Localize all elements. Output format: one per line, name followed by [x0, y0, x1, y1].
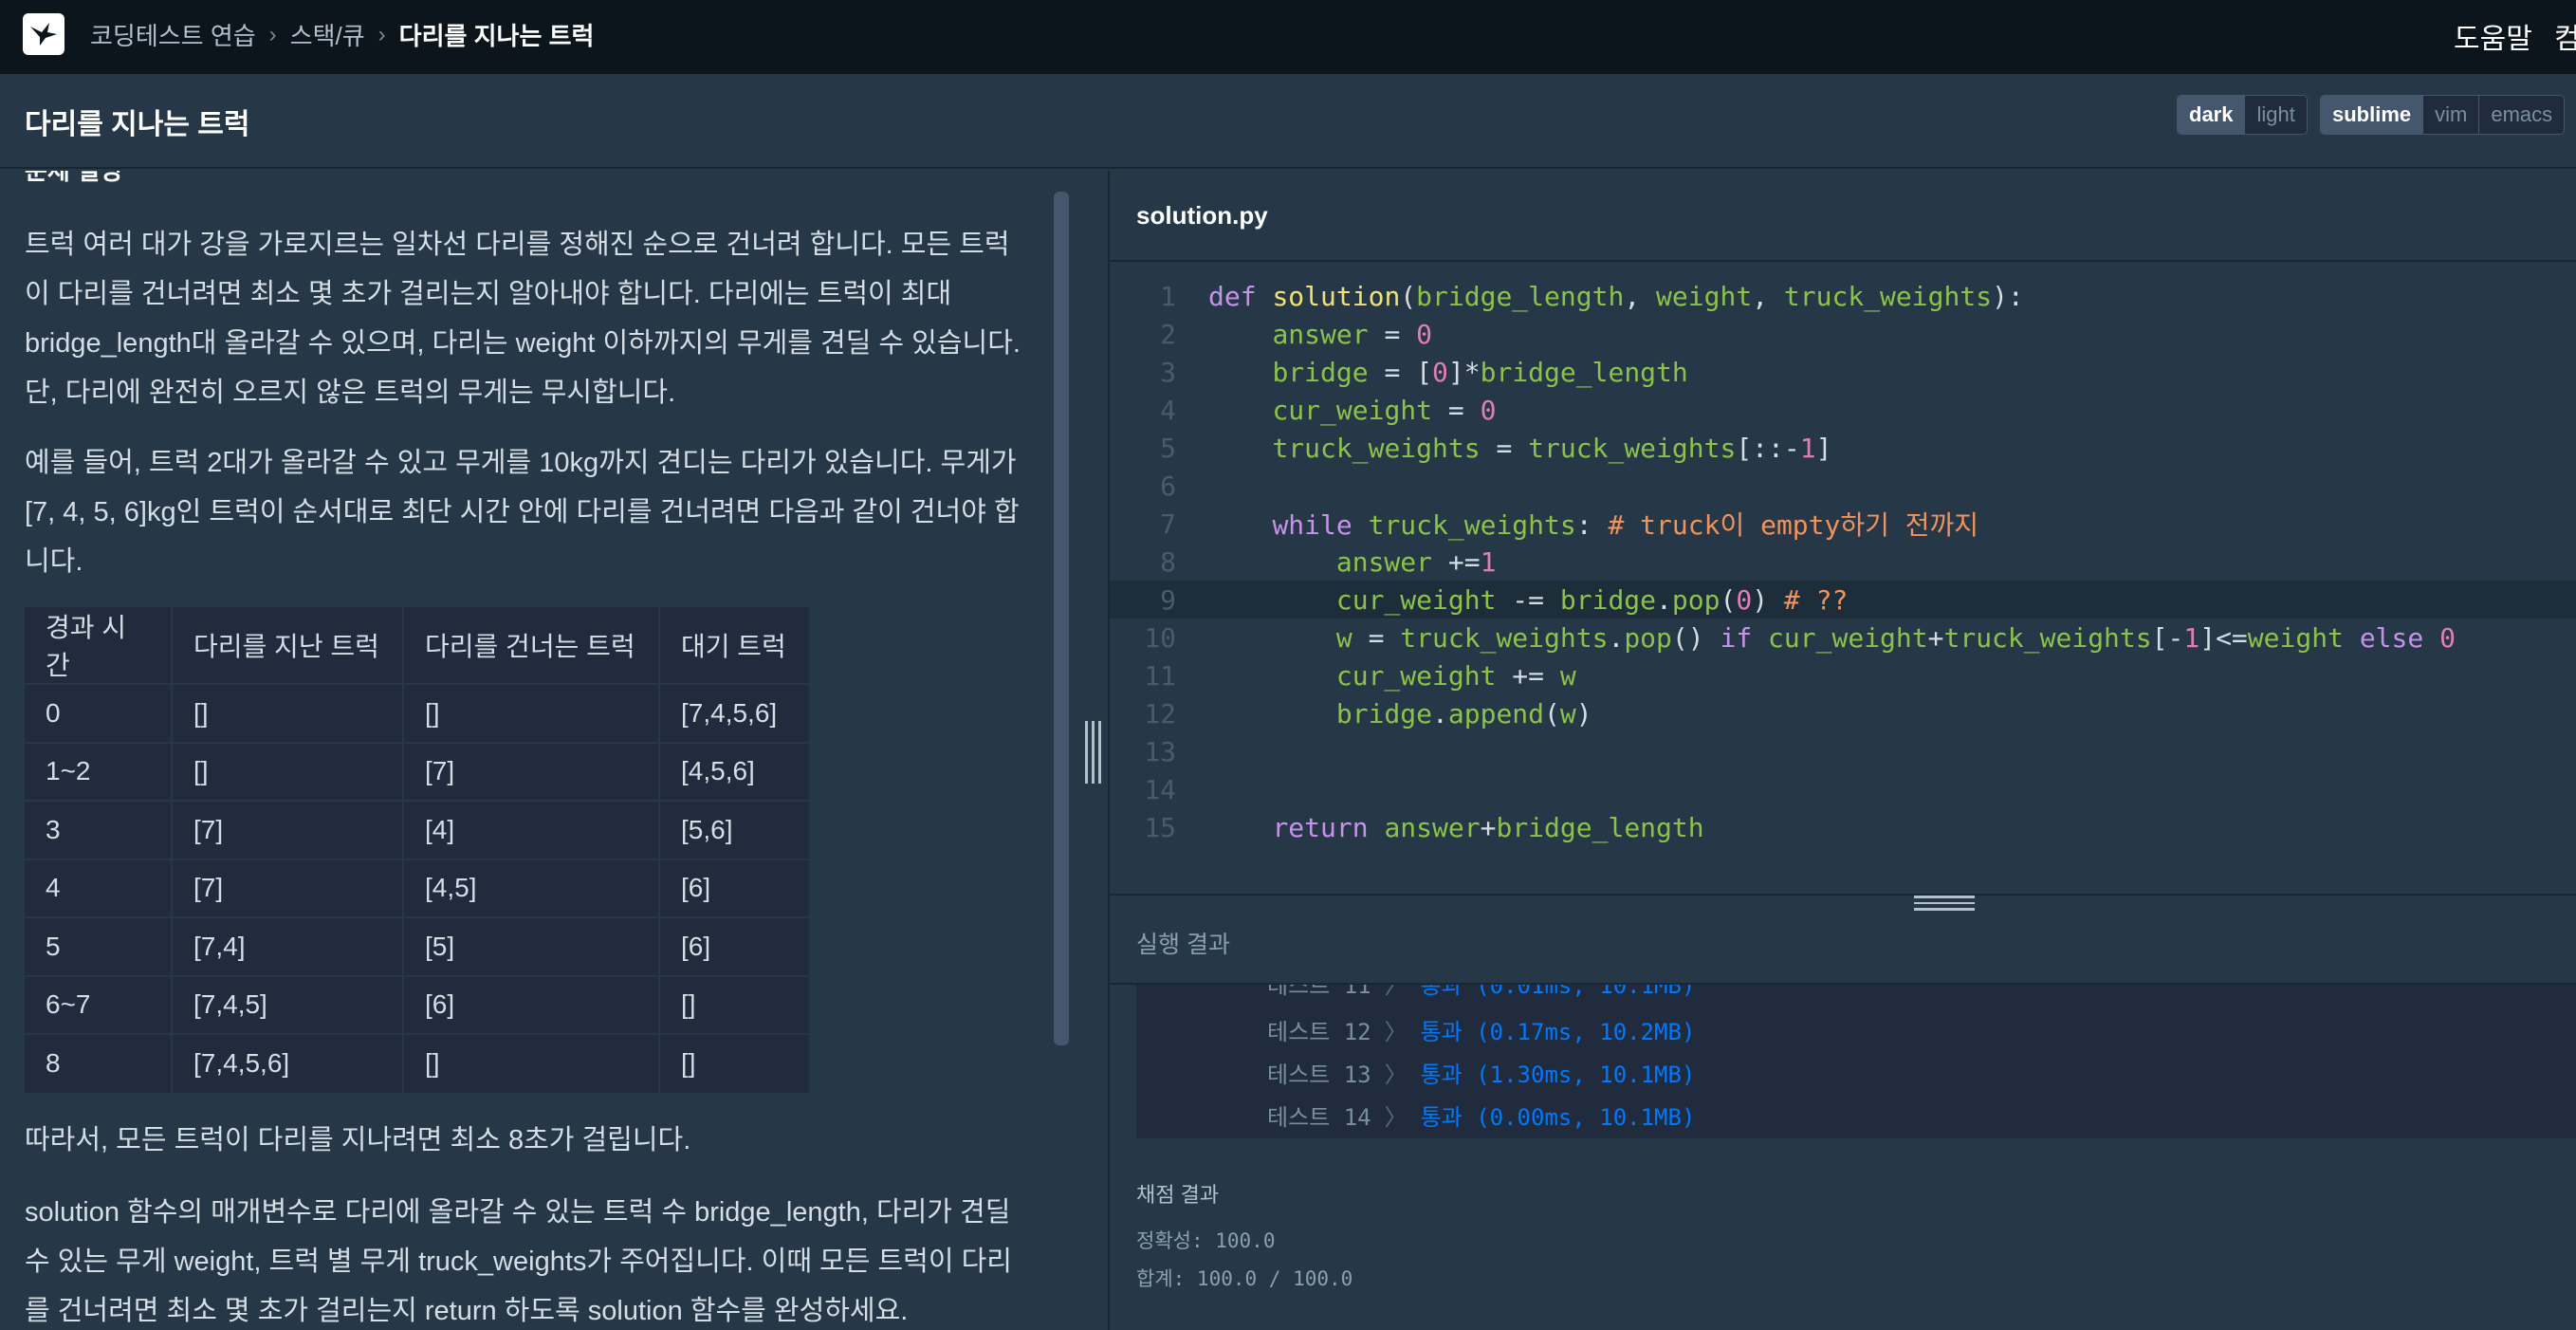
code-line[interactable]: 3 bridge = [0]*bridge_length	[1110, 353, 2576, 391]
logo-icon[interactable]	[23, 13, 64, 55]
code-line[interactable]: 15 return answer+bridge_length	[1110, 808, 2576, 846]
table-cell: [7]	[171, 858, 403, 917]
table-cell: [5,6]	[658, 800, 809, 859]
table-cell: [6]	[402, 974, 659, 1034]
test-results-list[interactable]: 테스트 11 〉 통과 (0.01ms, 10.1MB) 테스트 12 〉 통과 (0.…	[1136, 985, 2576, 1138]
keymap-sublime-button[interactable]: sublime	[2321, 96, 2423, 134]
keymap-emacs-button[interactable]: emacs	[2478, 96, 2565, 134]
resize-handle-icon[interactable]	[1914, 896, 1975, 912]
breadcrumb-item[interactable]: 코딩테스트 연습	[90, 17, 256, 52]
table-row: 1~2 [] [7] [4,5,6]	[23, 741, 809, 801]
challenge-title-bar: 다리를 지나는 트럭 dark light sublime vim emacs	[0, 74, 2576, 169]
code-line[interactable]: 13	[1110, 732, 2576, 770]
table-cell: []	[658, 1033, 809, 1093]
chevron-right-icon: ›	[268, 21, 277, 47]
total-score: 합계: 100.0 / 100.0	[1136, 1267, 1353, 1290]
table-cell: 0	[23, 683, 172, 743]
table-row: 5 [7,4] [5] [6]	[23, 916, 809, 976]
code-line[interactable]: 2 answer = 0	[1110, 315, 2576, 353]
table-cell: 5	[23, 916, 172, 976]
table-header: 대기 트럭	[658, 607, 809, 684]
section-title: 문제 설명	[25, 171, 122, 185]
resize-handle-icon[interactable]	[1083, 721, 1102, 784]
breadcrumb: 코딩테스트 연습 › 스택/큐 › 다리를 지나는 트럭	[90, 17, 594, 52]
table-cell: []	[658, 974, 809, 1034]
test-result-row: 테스트 11 〉 통과 (0.01ms, 10.1MB)	[1267, 985, 1696, 999]
table-row: 4 [7] [4,5] [6]	[23, 858, 809, 917]
table-cell: [7,4,5,6]	[658, 683, 809, 743]
problem-paragraph: 따라서, 모든 트럭이 다리를 지나려면 최소 8초가 걸립니다.	[25, 1125, 691, 1155]
table-cell: [4,5,6]	[658, 741, 809, 801]
scrollbar[interactable]	[1054, 192, 1069, 1045]
theme-dark-button[interactable]: dark	[2178, 96, 2245, 134]
code-line[interactable]: 1 def solution(bridge_length, weight, tru…	[1110, 277, 2576, 315]
table-cell: []	[402, 683, 659, 743]
table-cell: 3	[23, 800, 172, 859]
table-cell: 4	[23, 858, 172, 917]
result-title: 실행 결과	[1136, 932, 1230, 958]
table-cell: [7]	[402, 741, 659, 801]
breadcrumb-current: 다리를 지나는 트럭	[398, 22, 595, 50]
top-nav: 코딩테스트 연습 › 스택/큐 › 다리를 지나는 트럭 도움말 컴	[0, 0, 2576, 74]
table-row: 8 [7,4,5,6] [] []	[23, 1033, 809, 1093]
table-cell: []	[171, 683, 403, 743]
editor-header: solution.py	[1110, 171, 2576, 262]
code-pane: solution.py 1 def solution(bridge_length,…	[1110, 171, 2576, 1330]
code-line[interactable]: 8 answer +=1	[1110, 543, 2576, 581]
accuracy-score: 정확성: 100.0	[1136, 1229, 1276, 1252]
table-header: 경과 시간	[23, 607, 172, 684]
problem-paragraph: 트럭 여러 대가 강을 가로지르는 일차선 다리를 정해진 순으로 건너려 합니…	[25, 230, 1021, 408]
table-cell: []	[171, 741, 403, 801]
problem-description-pane[interactable]: 문제 설명 트럭 여러 대가 강을 가로지르는 일차선 다리를 정해진 순으로 …	[0, 171, 1081, 1330]
code-line[interactable]: 12 bridge.append(w)	[1110, 694, 2576, 732]
table-header: 다리를 지난 트럭	[171, 607, 403, 684]
code-line[interactable]: 10 w = truck_weights.pop() if cur_weight…	[1110, 619, 2576, 656]
code-line[interactable]: 14	[1110, 770, 2576, 808]
keymap-vim-button[interactable]: vim	[2422, 96, 2479, 134]
table-cell: [7]	[171, 800, 403, 859]
keymap-toggle: sublime vim emacs	[2320, 95, 2566, 135]
code-editor[interactable]: 1 def solution(bridge_length, weight, tru…	[1110, 264, 2576, 892]
test-result-row: 테스트 12 〉 통과 (0.17ms, 10.2MB)	[1267, 1018, 1696, 1045]
table-cell: [6]	[658, 916, 809, 976]
nav-menu-item[interactable]: 컴	[2554, 15, 2576, 57]
table-cell: [4]	[402, 800, 659, 859]
code-line[interactable]: 7 while truck_weights: # truck이 empty하기 …	[1110, 505, 2576, 543]
test-result-row: 테스트 13 〉 통과 (1.30ms, 10.1MB)	[1267, 1061, 1696, 1088]
breadcrumb-item[interactable]: 스택/큐	[290, 17, 365, 52]
problem-paragraph: solution 함수의 매개변수로 다리에 올라갈 수 있는 트럭 수 bri…	[25, 1197, 1012, 1326]
table-cell: [7,4]	[171, 916, 403, 976]
code-line[interactable]: 5 truck_weights = truck_weights[::-1]	[1110, 429, 2576, 467]
theme-light-button[interactable]: light	[2244, 96, 2307, 134]
code-line[interactable]: 6	[1110, 467, 2576, 505]
table-cell: 6~7	[23, 974, 172, 1034]
example-table: 경과 시간 다리를 지난 트럭 다리를 건너는 트럭 대기 트럭 0 [] []…	[23, 607, 809, 1093]
table-cell: 8	[23, 1033, 172, 1093]
theme-toggle: dark light	[2177, 95, 2308, 135]
table-cell: 1~2	[23, 741, 172, 801]
result-header: 실행 결과	[1110, 894, 2576, 985]
table-cell: [7,4,5]	[171, 974, 403, 1034]
table-cell: []	[402, 1033, 659, 1093]
help-link[interactable]: 도움말	[2454, 15, 2532, 57]
chevron-right-icon: ›	[377, 21, 386, 47]
table-row: 0 [] [] [7,4,5,6]	[23, 683, 809, 743]
file-name: solution.py	[1136, 201, 1268, 230]
table-row: 6~7 [7,4,5] [6] []	[23, 974, 809, 1034]
code-line-active[interactable]: 9 cur_weight -= bridge.pop(0) # ??	[1110, 581, 2576, 619]
code-line[interactable]: 4 cur_weight = 0	[1110, 391, 2576, 429]
grading-title: 채점 결과	[1136, 1183, 1220, 1207]
table-header: 다리를 건너는 트럭	[402, 607, 659, 684]
table-cell: [7,4,5,6]	[171, 1033, 403, 1093]
table-cell: [6]	[658, 858, 809, 917]
code-line[interactable]: 11 cur_weight += w	[1110, 656, 2576, 694]
page-title: 다리를 지나는 트럭	[25, 109, 250, 140]
table-cell: [5]	[402, 916, 659, 976]
table-cell: [4,5]	[402, 858, 659, 917]
test-result-row: 테스트 14 〉 통과 (0.00ms, 10.1MB)	[1267, 1103, 1696, 1131]
problem-paragraph: 예를 들어, 트럭 2대가 올라갈 수 있고 무게를 10kg까지 견디는 다리…	[25, 448, 1020, 577]
table-row: 3 [7] [4] [5,6]	[23, 800, 809, 859]
